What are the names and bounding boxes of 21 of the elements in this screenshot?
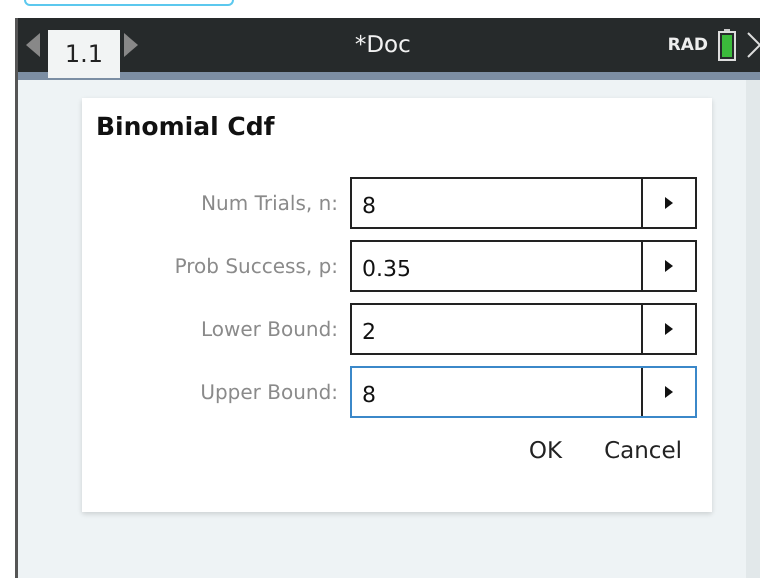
close-icon[interactable] <box>746 31 760 59</box>
input-field[interactable]: 8 <box>350 177 697 229</box>
field-label: Upper Bound: <box>199 380 338 404</box>
input-field[interactable]: 0.35 <box>350 240 697 292</box>
right-arrow-icon[interactable] <box>124 33 138 57</box>
triangle-icon <box>665 323 673 335</box>
field-label: Num Trials, n: <box>200 191 338 215</box>
input-field[interactable]: 2 <box>350 303 697 355</box>
field-label: Prob Success, p: <box>174 254 338 278</box>
triangle-icon <box>665 197 673 209</box>
left-arrow-icon[interactable] <box>26 33 40 57</box>
triangle-icon <box>665 386 673 398</box>
field-label: Lower Bound: <box>200 317 338 341</box>
triangle-icon <box>665 260 673 272</box>
battery-icon <box>718 29 736 61</box>
page-tab[interactable]: 1.1 <box>48 30 120 78</box>
document-title: *Doc <box>354 32 412 58</box>
dialog-title: Binomial Cdf <box>96 112 276 141</box>
scrollbar[interactable] <box>746 80 760 578</box>
angle-mode: RAD <box>668 35 708 55</box>
input-field[interactable]: 8 <box>350 366 697 418</box>
